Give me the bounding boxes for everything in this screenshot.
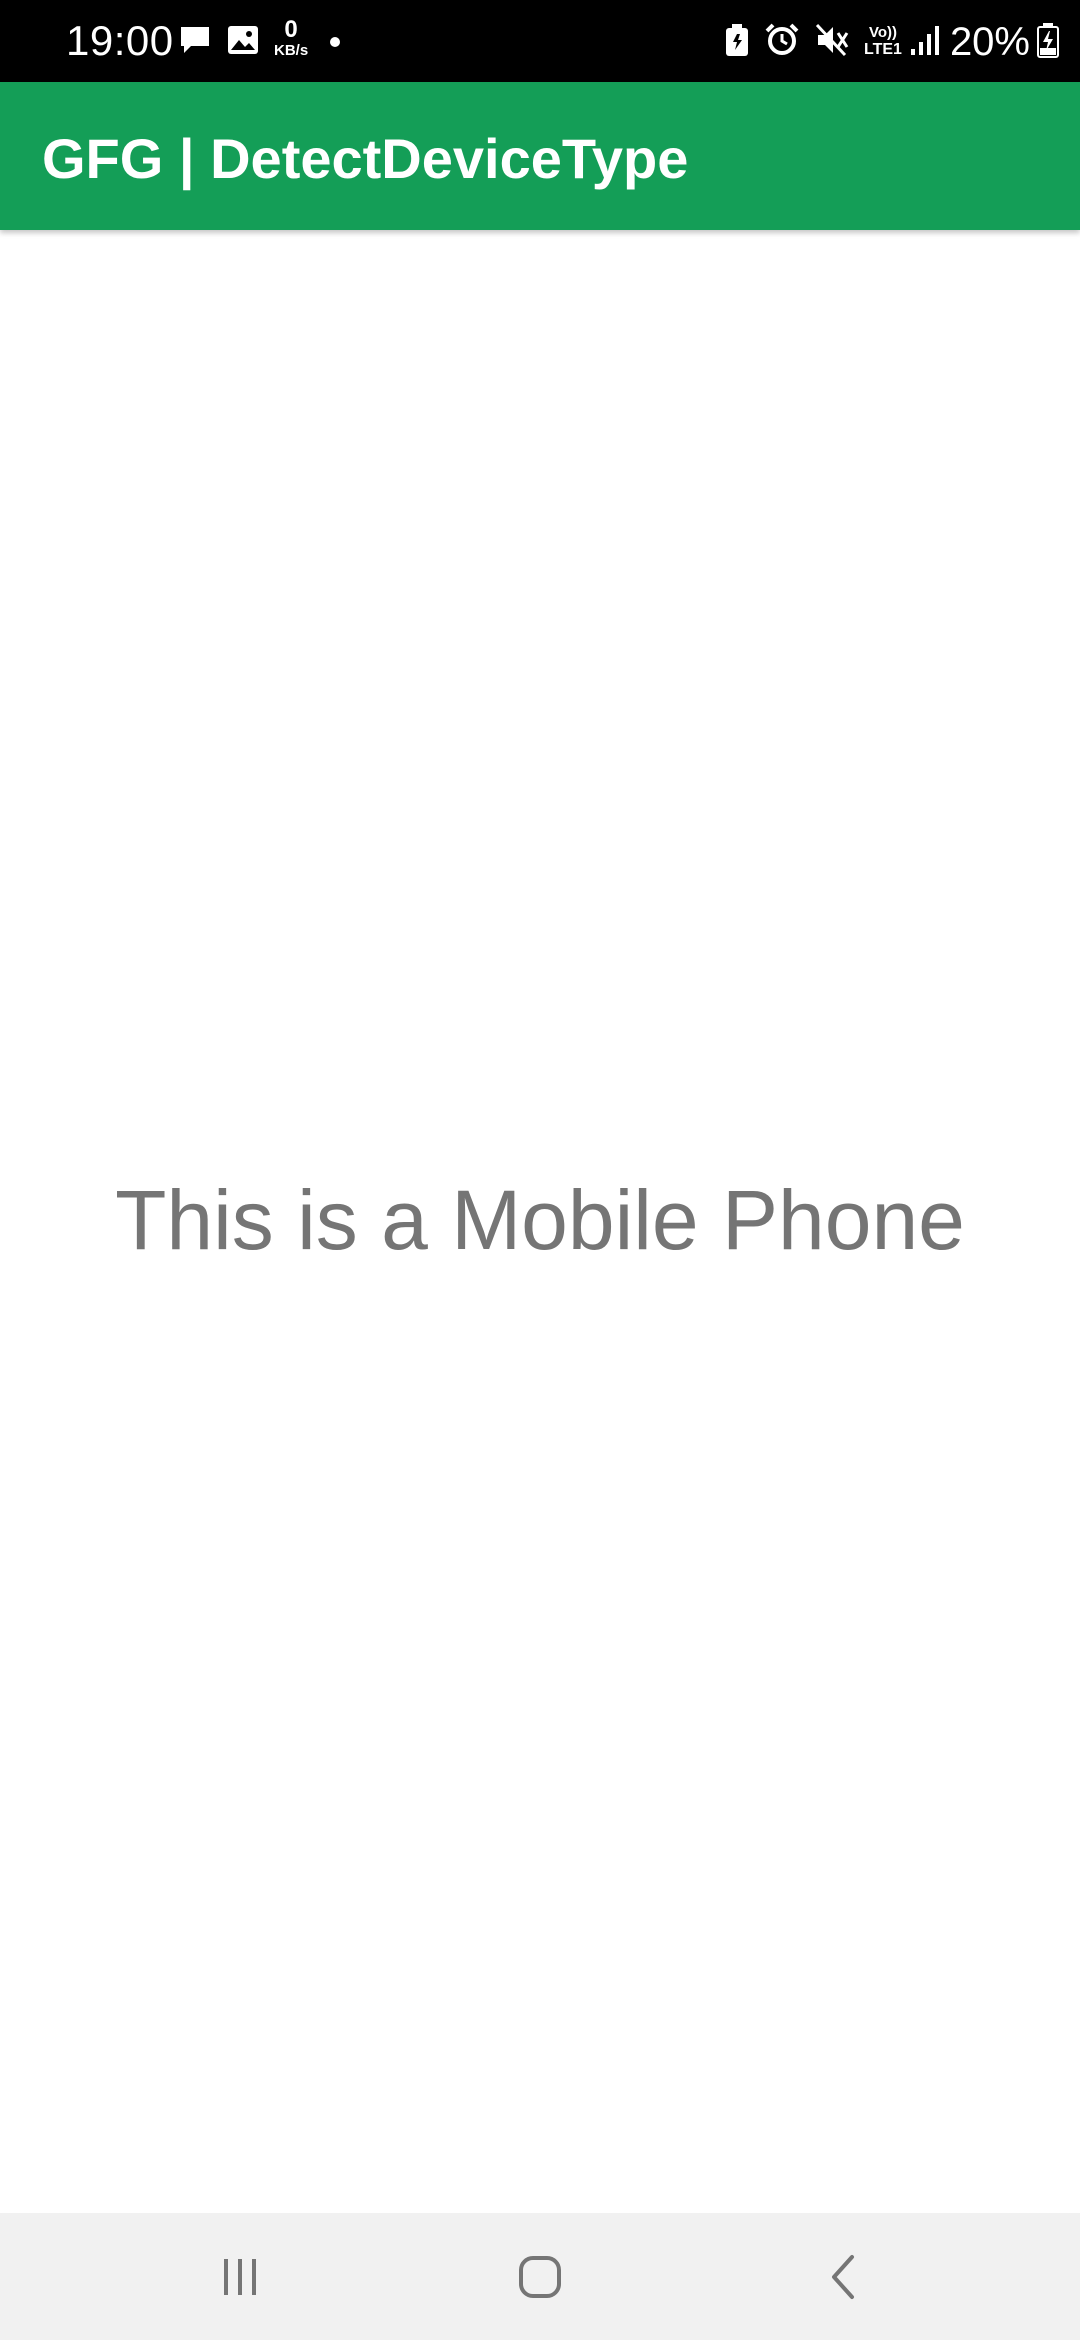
navigation-bar <box>0 2213 1080 2340</box>
status-time: 19:00 <box>66 17 174 64</box>
alarm-icon <box>764 22 800 63</box>
status-left-icons: 0 KB/s <box>178 18 341 66</box>
mute-icon <box>814 22 850 63</box>
main-content: This is a Mobile Phone <box>0 230 1080 2213</box>
network-speed-unit: KB/s <box>274 42 309 59</box>
home-button[interactable] <box>460 2213 620 2340</box>
battery-saver-icon <box>724 23 750 62</box>
network-speed: 0 KB/s <box>274 18 308 60</box>
status-bar: 19:00 0 KB/s Vo)) LTE1 20% <box>0 0 1080 82</box>
back-button[interactable] <box>764 2213 924 2340</box>
status-right-icons: Vo)) LTE1 20% <box>724 18 1060 66</box>
volte-indicator: Vo)) LTE1 <box>864 25 902 59</box>
battery-percent: 20% <box>949 20 1030 64</box>
signal-icon <box>910 23 940 62</box>
recent-apps-icon <box>224 2258 256 2295</box>
app-title: GFG | DetectDeviceType <box>42 127 689 190</box>
lte-label: LTE1 <box>864 41 902 58</box>
notification-dot-icon <box>330 37 341 47</box>
recent-apps-button[interactable] <box>160 2213 320 2340</box>
back-icon <box>832 2254 854 2299</box>
home-icon <box>519 2255 561 2298</box>
network-speed-value: 0 <box>284 16 298 43</box>
battery-icon <box>1036 22 1060 63</box>
volte-label: Vo)) <box>868 24 897 41</box>
device-type-message: This is a Mobile Phone <box>115 1173 965 1267</box>
app-bar: GFG | DetectDeviceType <box>0 82 1080 230</box>
screen: 19:00 0 KB/s Vo)) LTE1 20% GFG | DetectD… <box>0 0 1080 2340</box>
image-icon <box>226 23 260 62</box>
message-icon <box>178 23 212 62</box>
